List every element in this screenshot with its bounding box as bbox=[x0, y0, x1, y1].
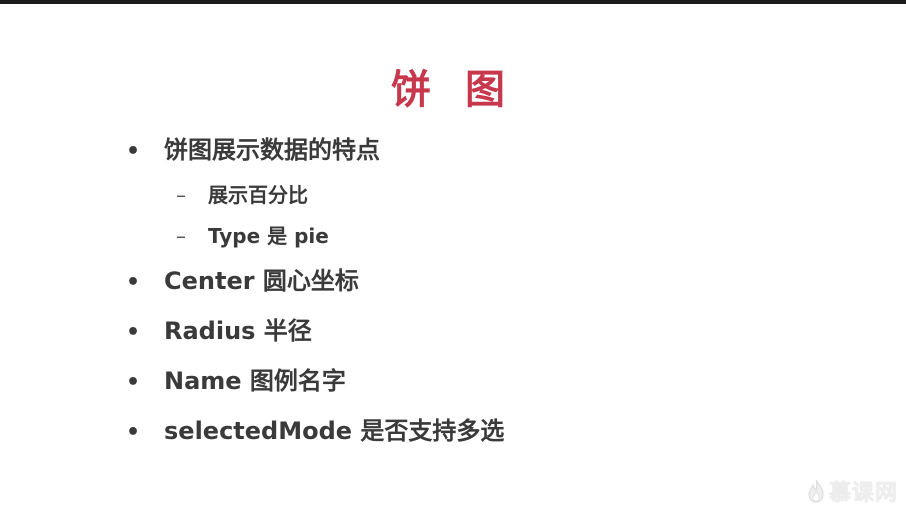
bullet-dot: • bbox=[126, 420, 141, 445]
watermark-text: 慕课网 bbox=[828, 481, 898, 506]
sub-bullet-dash: – bbox=[176, 183, 186, 207]
bullet-item: • Radius 半径 bbox=[126, 315, 312, 347]
bullet-item: • Name 图例名字 bbox=[126, 365, 346, 397]
bullet-dot: • bbox=[126, 370, 141, 395]
bullet-dot: • bbox=[126, 270, 141, 295]
bullet-text: 饼图展示数据的特点 bbox=[164, 136, 380, 164]
slide: 饼 图 • 饼图展示数据的特点 – 展示百分比 – Type 是 pie • Cente… bbox=[0, 4, 906, 510]
bullet-text: selectedMode 是否支持多选 bbox=[164, 417, 505, 445]
sub-bullet-text: 展示百分比 bbox=[208, 183, 308, 207]
sub-bullet-dash: – bbox=[176, 224, 186, 248]
flame-icon bbox=[808, 479, 824, 503]
bullet-item: • 饼图展示数据的特点 bbox=[126, 134, 380, 166]
watermark-logo: 慕课网 bbox=[807, 476, 898, 506]
bullet-list: • 饼图展示数据的特点 – 展示百分比 – Type 是 pie • Center 圆心… bbox=[0, 4, 906, 510]
bullet-text: Radius 半径 bbox=[164, 317, 312, 345]
sub-bullet-text: Type 是 pie bbox=[208, 224, 329, 248]
sub-bullet-item: – Type 是 pie bbox=[176, 223, 329, 249]
bullet-dot: • bbox=[126, 320, 141, 345]
bullet-text: Center 圆心坐标 bbox=[164, 267, 359, 295]
bullet-item: • Center 圆心坐标 bbox=[126, 265, 359, 297]
bullet-dot: • bbox=[126, 139, 141, 164]
sub-bullet-item: – 展示百分比 bbox=[176, 182, 308, 208]
bullet-text: Name 图例名字 bbox=[164, 367, 346, 395]
bullet-item: • selectedMode 是否支持多选 bbox=[126, 415, 504, 447]
